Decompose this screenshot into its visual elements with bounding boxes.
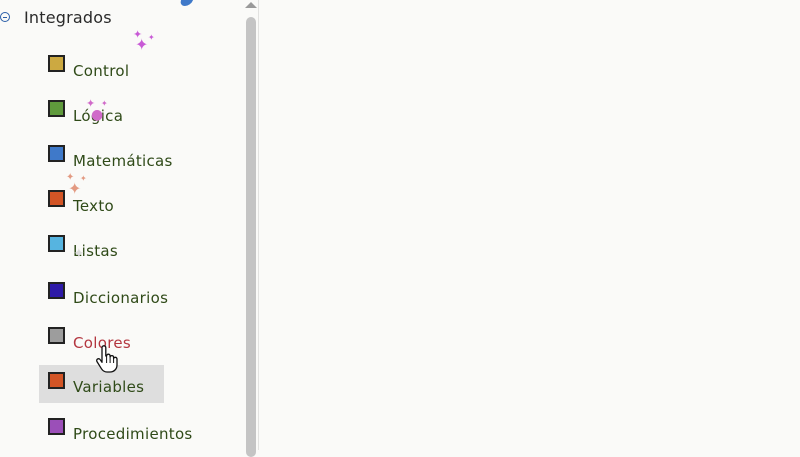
category-label: Control: [73, 62, 130, 80]
category-control[interactable]: Control: [39, 49, 164, 85]
scroll-thumb[interactable]: [246, 17, 256, 457]
category-texto[interactable]: Texto: [39, 184, 164, 220]
blocks-sidebar: Integrados Control Lógica Matemáticas Te…: [0, 0, 258, 450]
category-matematicas[interactable]: Matemáticas: [39, 139, 172, 175]
category-label: Variables: [73, 378, 145, 396]
listas-color-swatch: [48, 235, 65, 252]
category-diccionarios[interactable]: Diccionarios: [39, 276, 168, 312]
matematicas-color-swatch: [48, 145, 65, 162]
category-label: Texto: [73, 197, 115, 215]
logica-color-swatch: [48, 100, 65, 117]
partial-block-icon: [178, 0, 194, 6]
category-listas[interactable]: Listas: [39, 229, 164, 265]
category-label: Diccionarios: [73, 289, 169, 307]
control-color-swatch: [48, 55, 65, 72]
procedimientos-color-swatch: [48, 418, 65, 435]
blocks-workspace[interactable]: [258, 0, 800, 450]
category-label: Procedimientos: [73, 425, 193, 443]
sparkle-icon: ✦: [80, 174, 87, 183]
sparkle-icon: ✦: [101, 99, 108, 108]
sparkle-icon: ✦: [135, 35, 149, 54]
collapse-circle-icon[interactable]: [0, 12, 10, 22]
category-procedimientos[interactable]: Procedimientos: [39, 412, 192, 448]
scroll-up-arrow-icon[interactable]: [245, 2, 257, 8]
sparkle-icon: ✦: [73, 246, 85, 262]
tree-title[interactable]: Integrados: [24, 8, 112, 27]
hand-pointer-icon: [96, 345, 118, 373]
colores-color-swatch: [48, 327, 65, 344]
sparkle-icon: ✦: [148, 33, 155, 42]
diccionarios-color-swatch: [48, 282, 65, 299]
texto-color-swatch: [48, 190, 65, 207]
variables-color-swatch: [48, 372, 65, 389]
category-label: Matemáticas: [73, 152, 173, 170]
